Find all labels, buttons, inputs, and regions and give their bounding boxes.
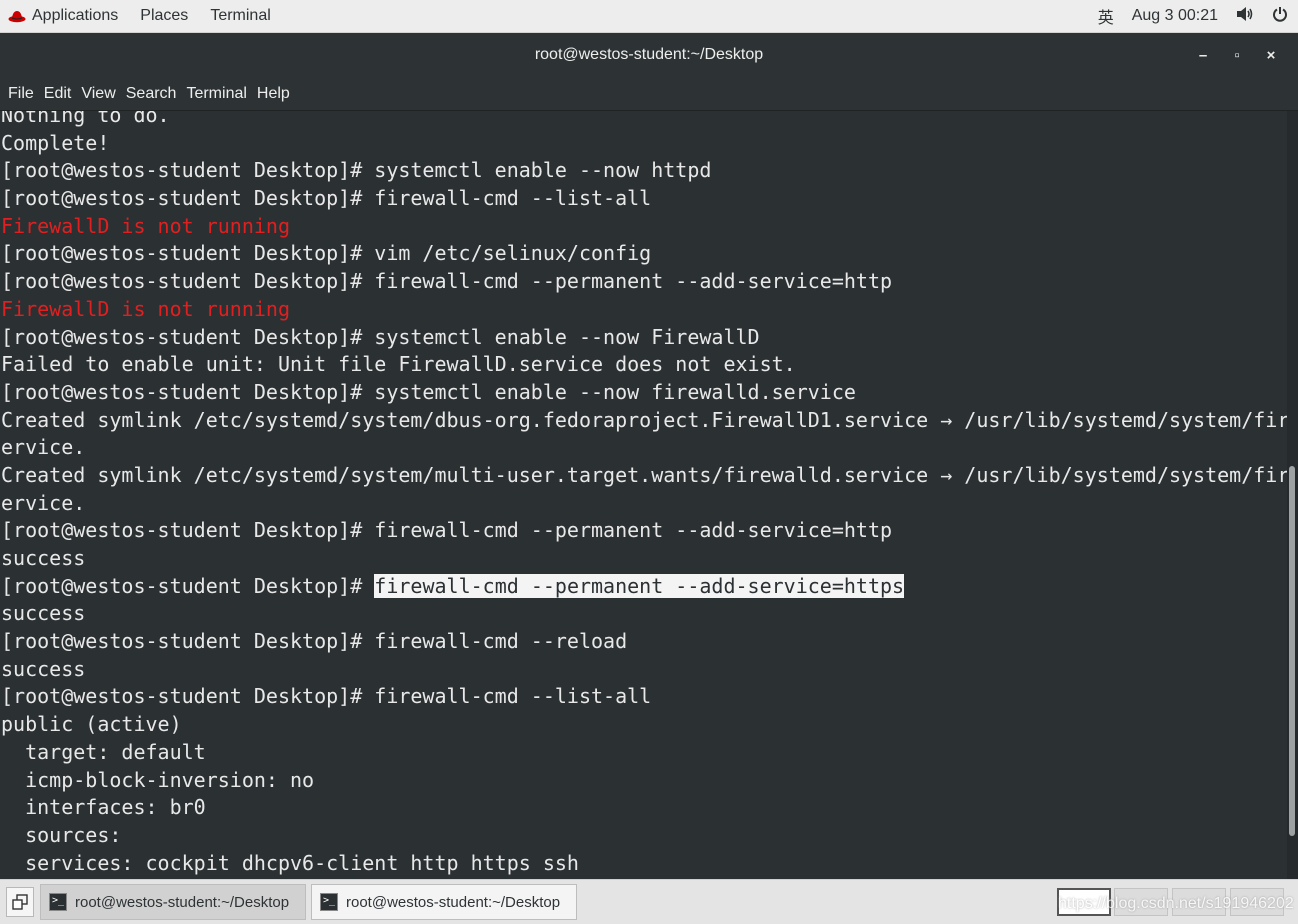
terminal-line: FirewallD is not running xyxy=(1,296,1287,324)
window-titlebar[interactable]: root@westos-student:~/Desktop – ▫ × xyxy=(0,33,1298,77)
terminal-line: [root@westos-student Desktop]# systemctl… xyxy=(1,324,1287,352)
terminal-scrollbar[interactable] xyxy=(1287,111,1298,879)
applications-label: Applications xyxy=(32,7,119,24)
line-text: [root@westos-student Desktop]# systemctl… xyxy=(1,158,712,183)
volume-icon[interactable] xyxy=(1236,6,1254,27)
show-desktop-icon xyxy=(12,894,28,910)
window-title: root@westos-student:~/Desktop xyxy=(534,46,764,63)
terminal-line: Created symlink /etc/systemd/system/mult… xyxy=(1,462,1287,490)
terminal-line: [root@westos-student Desktop]# firewall-… xyxy=(1,268,1287,296)
show-desktop-button[interactable] xyxy=(6,887,34,917)
error-text: FirewallD is not running xyxy=(1,296,290,321)
line-text: [root@westos-student Desktop]# firewall-… xyxy=(1,684,652,709)
terminal-line: success xyxy=(1,656,1287,684)
menu-file[interactable]: File xyxy=(8,85,34,103)
terminal-line: Failed to enable unit: Unit file Firewal… xyxy=(1,351,1287,379)
taskbar-item-terminal-2[interactable]: >_ root@westos-student:~/Desktop xyxy=(311,884,577,920)
menu-terminal[interactable]: Terminal xyxy=(186,85,246,103)
places-menu[interactable]: Places xyxy=(140,7,188,25)
terminal-icon: >_ xyxy=(320,893,338,911)
terminal-line: [root@westos-student Desktop]# firewall-… xyxy=(1,683,1287,711)
line-text: icmp-block-inversion: no xyxy=(1,767,315,792)
line-text: Created symlink /etc/systemd/system/dbus… xyxy=(1,407,1287,432)
terminal-line: [root@westos-student Desktop]# firewall-… xyxy=(1,517,1287,545)
task-label: root@westos-student:~/Desktop xyxy=(346,893,561,911)
minimize-button[interactable]: – xyxy=(1186,47,1220,64)
menu-help[interactable]: Help xyxy=(257,85,290,103)
line-text: ervice. xyxy=(1,435,86,460)
taskbar-item-terminal-1[interactable]: >_ root@westos-student:~/Desktop xyxy=(40,884,306,920)
menu-view[interactable]: View xyxy=(81,85,115,103)
line-text: [root@westos-student Desktop]# firewall-… xyxy=(1,518,893,543)
window-controls: – ▫ × xyxy=(1186,33,1288,77)
top-menu: Applications Places Terminal xyxy=(8,0,293,32)
line-text: Complete! xyxy=(1,130,110,155)
top-bar: Applications Places Terminal 英 Aug 3 00:… xyxy=(0,0,1298,33)
input-method-indicator[interactable]: 英 xyxy=(1098,4,1114,28)
line-text: [root@westos-student Desktop]# firewall-… xyxy=(1,186,652,211)
line-text: ervice. xyxy=(1,490,86,515)
line-text: Nothing to do. xyxy=(1,111,170,127)
terminal-line: success xyxy=(1,600,1287,628)
clock[interactable]: Aug 3 00:21 xyxy=(1132,7,1218,25)
line-text: success xyxy=(1,601,86,626)
line-text: target: default xyxy=(1,739,206,764)
terminal-line: ervice. xyxy=(1,434,1287,462)
terminal-line: FirewallD is not running xyxy=(1,213,1287,241)
line-text: interfaces: br0 xyxy=(1,795,206,820)
maximize-button[interactable]: ▫ xyxy=(1220,47,1254,64)
menu-bar: File Edit View Search Terminal Help xyxy=(0,77,1298,111)
line-text: public (active) xyxy=(1,712,182,737)
terminal-line: [root@westos-student Desktop]# firewall-… xyxy=(1,628,1287,656)
line-text: [root@westos-student Desktop]# vim /etc/… xyxy=(1,241,652,266)
terminal-app-menu[interactable]: Terminal xyxy=(210,7,270,25)
line-text: [root@westos-student Desktop]# systemctl… xyxy=(1,379,856,404)
line-text: Failed to enable unit: Unit file Firewal… xyxy=(1,352,796,377)
line-text: [root@westos-student Desktop]# xyxy=(1,573,375,598)
line-text: Created symlink /etc/systemd/system/mult… xyxy=(1,462,1287,487)
redhat-logo-icon xyxy=(8,11,26,23)
terminal-line: icmp-block-inversion: no xyxy=(1,767,1287,795)
terminal-output[interactable]: Nothing to do. Complete! [root@westos-stud… xyxy=(0,111,1287,879)
line-text: [root@westos-student Desktop]# firewall-… xyxy=(1,269,893,294)
line-text: sources: xyxy=(1,822,134,847)
close-button[interactable]: × xyxy=(1254,47,1288,64)
power-icon[interactable] xyxy=(1272,6,1288,27)
selected-text[interactable]: firewall-cmd --permanent --add-service=h… xyxy=(374,573,905,598)
line-text: [root@westos-student Desktop]# systemctl… xyxy=(1,324,760,349)
error-text: FirewallD is not running xyxy=(1,213,290,238)
scrollbar-thumb[interactable] xyxy=(1289,466,1295,836)
watermark: https://blog.csdn.net/s191946202 xyxy=(1058,895,1294,912)
terminal-line: [root@westos-student Desktop]# vim /etc/… xyxy=(1,240,1287,268)
terminal-line: public (active) xyxy=(1,711,1287,739)
menu-search[interactable]: Search xyxy=(126,85,177,103)
line-text: success xyxy=(1,656,86,681)
task-label: root@westos-student:~/Desktop xyxy=(75,893,290,911)
line-text: services: cockpit dhcpv6-client http htt… xyxy=(1,850,579,875)
line-text: success xyxy=(1,546,86,570)
terminal-line: Nothing to do. xyxy=(1,111,1287,130)
terminal-line: success xyxy=(1,545,1287,573)
terminal-line: interfaces: br0 xyxy=(1,794,1287,822)
line-text: [root@westos-student Desktop]# firewall-… xyxy=(1,629,628,654)
terminal-line: ervice. xyxy=(1,490,1287,518)
terminal-line: [root@westos-student Desktop]# systemctl… xyxy=(1,157,1287,185)
terminal-line: services: cockpit dhcpv6-client http htt… xyxy=(1,850,1287,878)
terminal-line: Complete! xyxy=(1,130,1287,158)
terminal-line: Created symlink /etc/systemd/system/dbus… xyxy=(1,407,1287,435)
terminal-line: sources: xyxy=(1,822,1287,850)
terminal-line: [root@westos-student Desktop]# systemctl… xyxy=(1,379,1287,407)
terminal-line: target: default xyxy=(1,739,1287,767)
terminal-lines: Nothing to do. Complete! [root@westos-stud… xyxy=(1,111,1287,877)
status-area: 英 Aug 3 00:21 xyxy=(1080,4,1288,28)
terminal-line: [root@westos-student Desktop]# firewall-… xyxy=(1,573,1287,601)
terminal-line: [root@westos-student Desktop]# firewall-… xyxy=(1,185,1287,213)
applications-menu[interactable]: Applications xyxy=(8,7,118,25)
menu-edit[interactable]: Edit xyxy=(44,85,72,103)
terminal-icon: >_ xyxy=(49,893,67,911)
